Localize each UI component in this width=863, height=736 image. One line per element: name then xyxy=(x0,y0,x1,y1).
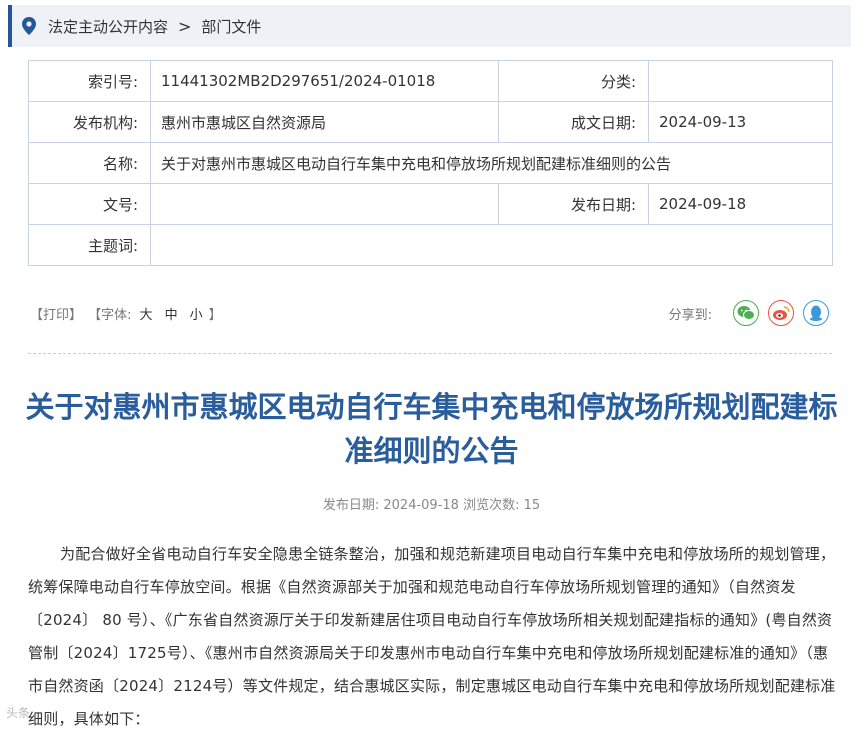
publisher-label: 发布机构: xyxy=(28,101,151,143)
subject-value xyxy=(150,224,833,266)
article-tools: 【打印】 【字体: 大中小】 xyxy=(30,304,224,323)
location-pin-icon xyxy=(22,17,36,35)
breadcrumb-item-department-docs[interactable]: 部门文件 xyxy=(201,16,261,37)
font-medium-button[interactable]: 中 xyxy=(165,308,178,323)
divider xyxy=(28,353,832,354)
weibo-icon xyxy=(773,306,790,320)
breadcrumb: 法定主动公开内容 > 部门文件 xyxy=(8,5,851,47)
watermark-text: 头条 xyxy=(6,706,31,720)
article-title: 关于对惠州市惠城区电动自行车集中充电和停放场所规划配建标准细则的公告 xyxy=(25,390,838,468)
doc-number-value xyxy=(150,183,499,225)
doc-name-value: 关于对惠州市惠城区电动自行车集中充电和停放场所规划配建标准细则的公告 xyxy=(150,142,833,184)
index-label: 索引号: xyxy=(28,60,151,102)
print-button[interactable]: 【打印】 xyxy=(30,308,82,323)
publish-date-value: 2024-09-18 xyxy=(648,183,833,225)
wechat-icon xyxy=(737,306,755,320)
qq-icon xyxy=(810,305,822,321)
doc-number-label: 文号: xyxy=(28,183,151,225)
article-pub-info: 发布日期: 2024-09-18 浏览次数: 15 xyxy=(322,498,541,513)
qq-share-button[interactable] xyxy=(803,300,829,326)
font-small-button[interactable]: 小 xyxy=(190,308,203,323)
publish-date-label: 发布日期: xyxy=(498,183,649,225)
font-size-prefix: 【字体: xyxy=(88,308,132,323)
subject-label: 主题词: xyxy=(28,224,151,266)
share-bar: 分享到: xyxy=(669,300,829,326)
category-value xyxy=(648,60,833,102)
font-large-button[interactable]: 大 xyxy=(140,308,153,323)
publisher-value: 惠州市惠城区自然资源局 xyxy=(150,101,499,143)
font-size-suffix: 】 xyxy=(208,308,222,323)
document-meta-table: 索引号: 11441302MB2D297651/2024-01018 分类: 发… xyxy=(28,60,833,266)
wechat-share-button[interactable] xyxy=(733,300,759,326)
breadcrumb-item-public-content[interactable]: 法定主动公开内容 xyxy=(48,16,168,37)
created-date-label: 成文日期: xyxy=(498,101,649,143)
watermark-logo: 头条 xyxy=(6,704,30,721)
category-label: 分类: xyxy=(498,60,649,102)
chevron-right-icon: > xyxy=(178,16,192,36)
weibo-share-button[interactable] xyxy=(768,300,794,326)
doc-name-label: 名称: xyxy=(28,142,151,184)
article-body: 为配合做好全省电动自行车安全隐患全链条整治，加强和规范新建项目电动自行车集中充电… xyxy=(28,545,836,728)
share-label: 分享到: xyxy=(668,307,712,323)
created-date-value: 2024-09-13 xyxy=(648,101,833,143)
index-value: 11441302MB2D297651/2024-01018 xyxy=(150,60,499,102)
